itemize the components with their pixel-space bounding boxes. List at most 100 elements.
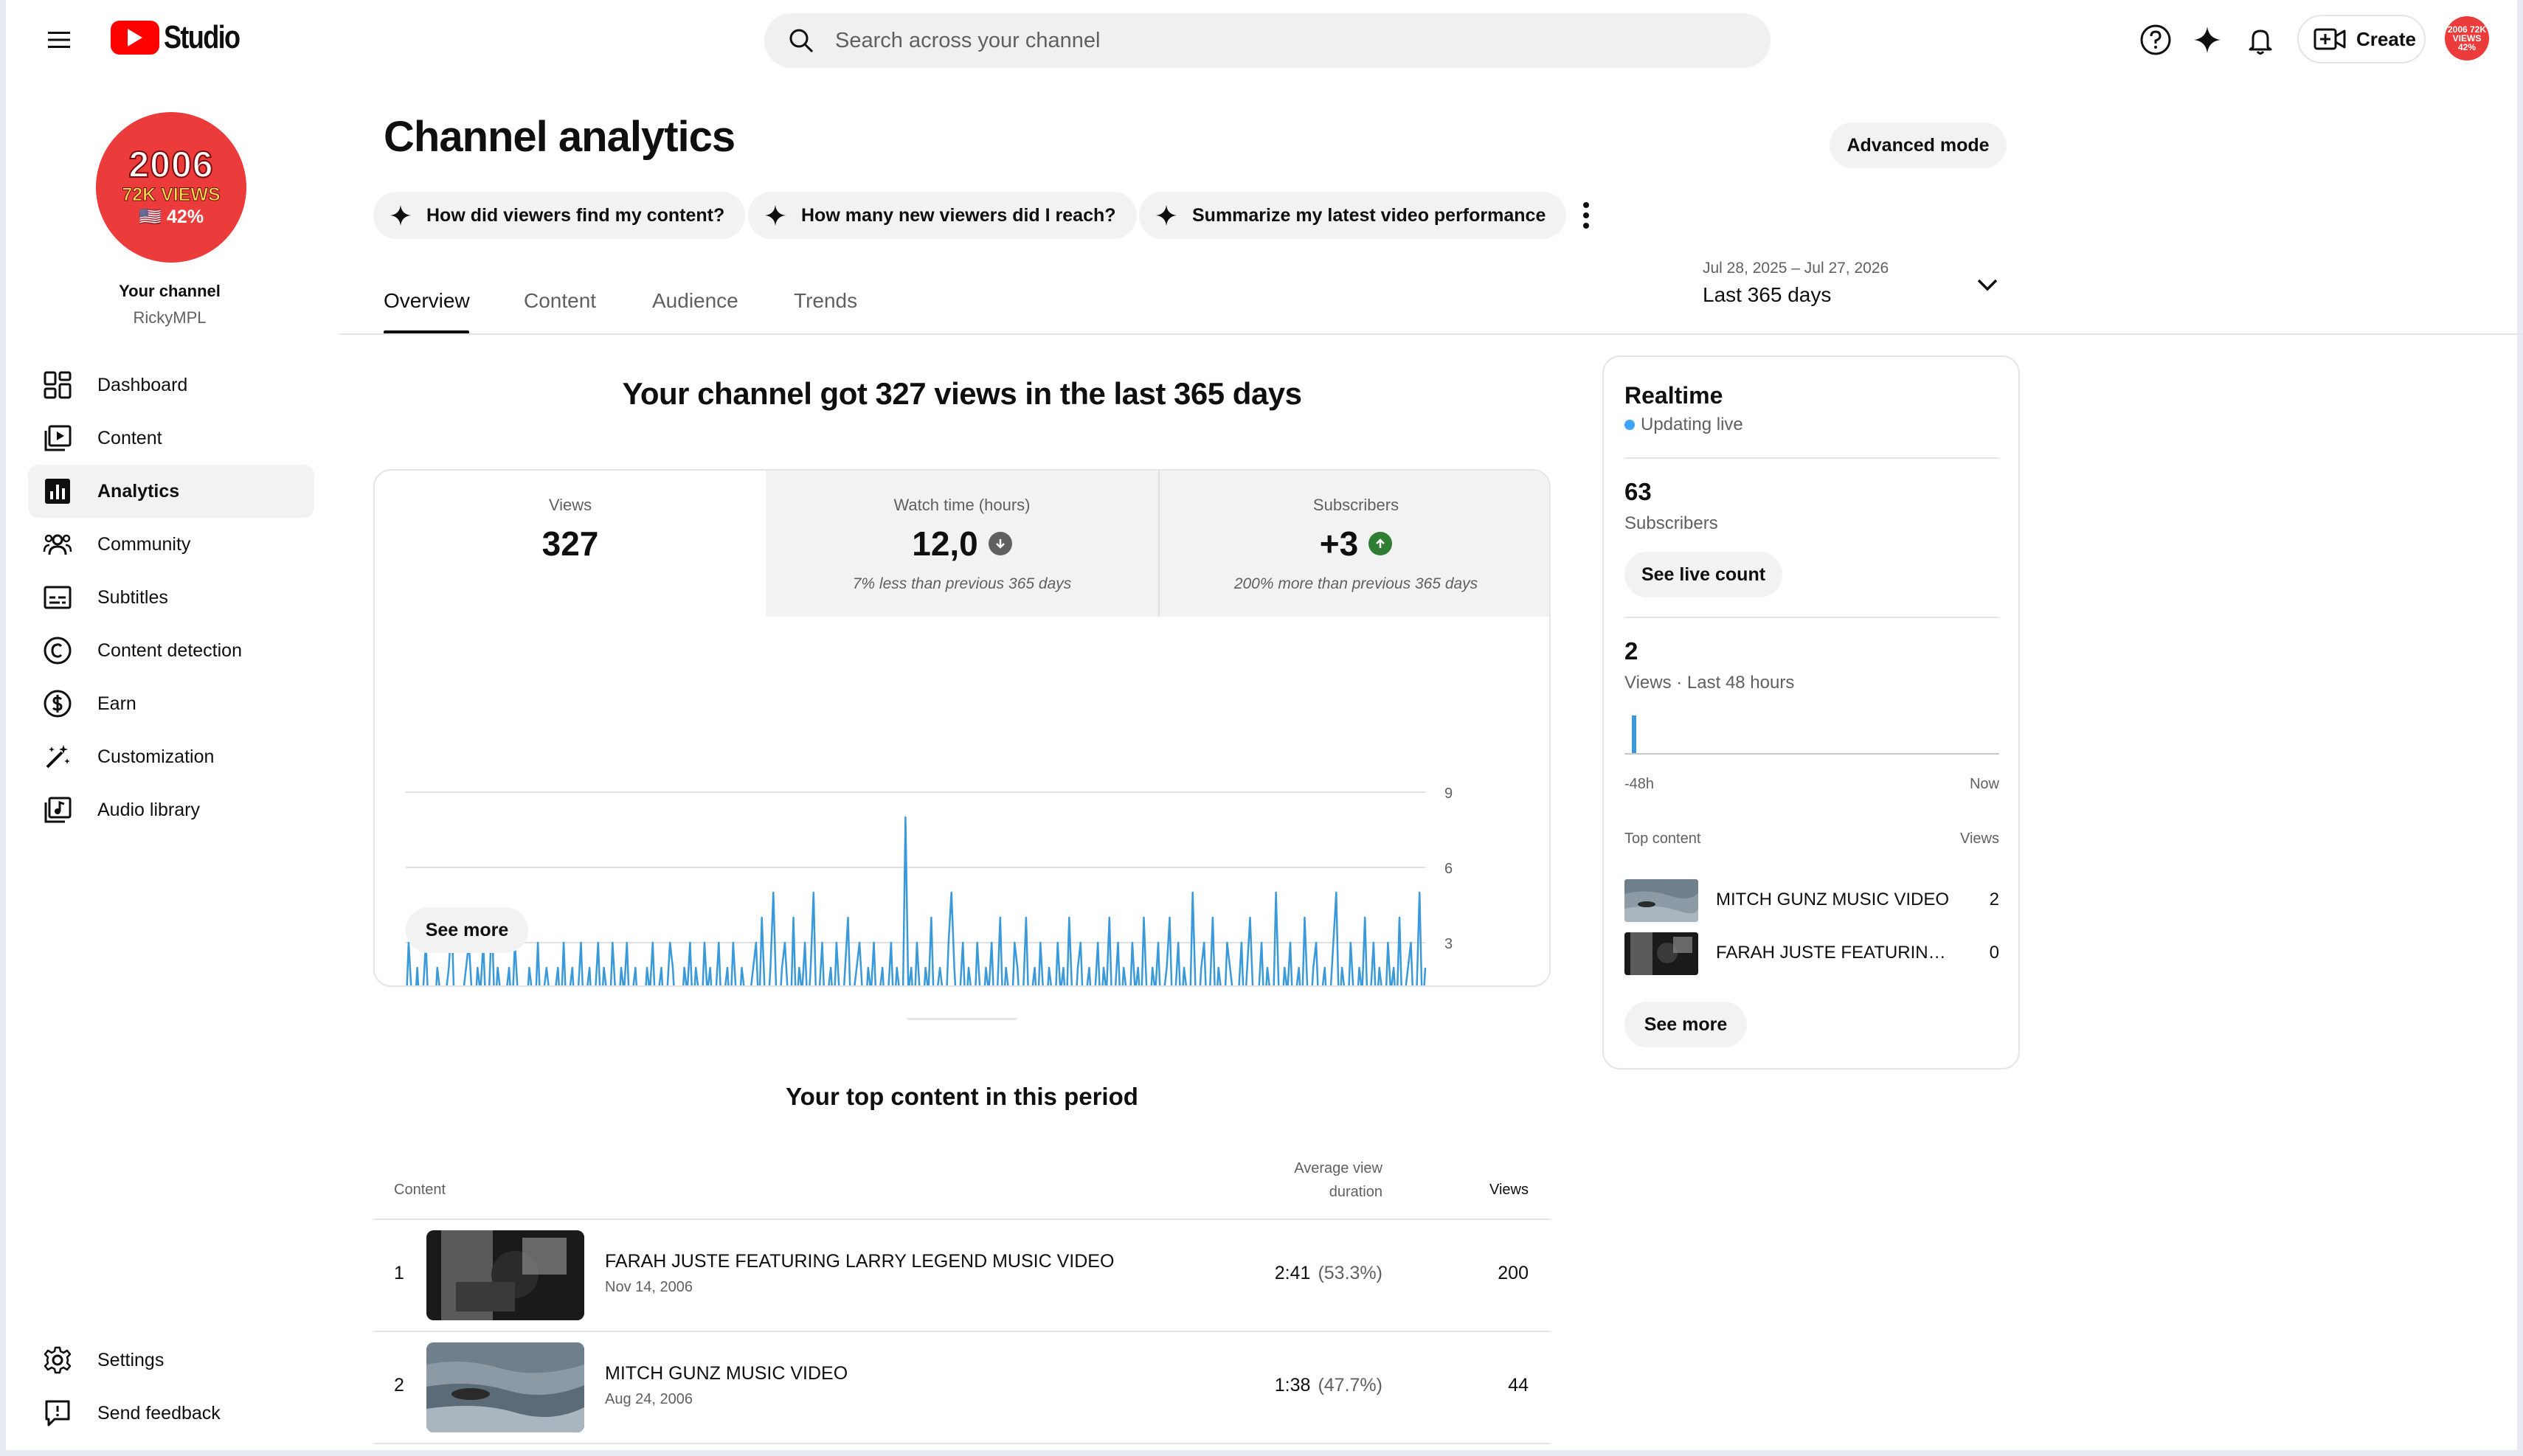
row-views: 200	[1498, 1263, 1529, 1283]
channel-avatar[interactable]: 2006 72K VIEWS 🇺🇸 42%	[96, 112, 246, 263]
metric-note: 200% more than previous 365 days	[1233, 575, 1478, 592]
live-dot-icon	[1624, 420, 1635, 430]
sidebar-item-content-detection[interactable]: Content detection	[28, 624, 314, 677]
sidebar-item-analytics[interactable]: Analytics	[28, 465, 314, 518]
channel-handle: RickyMPL	[133, 308, 207, 327]
realtime-see-more-button[interactable]: See more	[1624, 1002, 1747, 1047]
dashboard-icon	[41, 369, 74, 401]
realtime-views-bar-chart[interactable]	[1624, 715, 1999, 755]
metric-views[interactable]: Views 327	[375, 471, 766, 617]
sidebar-item-audio-library[interactable]: Audio library	[28, 783, 314, 836]
sidebar-item-label: Content detection	[97, 639, 242, 661]
column-header-views[interactable]: Views	[1455, 1182, 1529, 1199]
create-button[interactable]: Create	[2297, 15, 2426, 63]
sidebar: 2006 72K VIEWS 🇺🇸 42% Your channel Ricky…	[6, 77, 339, 1450]
realtime-video-thumbnail[interactable]	[1624, 879, 1698, 922]
arrow-up-icon	[1368, 532, 1393, 555]
create-label: Create	[2356, 27, 2416, 50]
metric-watch-time[interactable]: Watch time (hours) 12,0 7% less than pre…	[766, 471, 1158, 617]
metric-subscribers[interactable]: Subscribers +3 200% more than previous 3…	[1158, 471, 1549, 617]
sidebar-item-label: Community	[97, 533, 191, 555]
suggestion-chip-2[interactable]: How many new viewers did I reach?	[748, 192, 1137, 239]
axis-label-start: -48h	[1624, 776, 1655, 792]
chip-label: How did viewers find my content?	[426, 204, 725, 226]
see-live-count-button[interactable]: See live count	[1624, 552, 1782, 597]
realtime-video-views: 0	[1989, 943, 1999, 963]
sidebar-item-label: Send feedback	[97, 1402, 221, 1424]
sparkle-icon[interactable]	[2190, 22, 2225, 58]
feedback-icon	[41, 1397, 74, 1429]
help-icon[interactable]	[2138, 22, 2173, 58]
tab-content[interactable]: Content	[524, 289, 596, 313]
studio-logo[interactable]: Studio	[111, 19, 256, 56]
more-options-icon[interactable]	[1577, 199, 1595, 232]
date-range-dates: Jul 28, 2025 – Jul 27, 2026	[1703, 260, 1889, 277]
video-thumbnail[interactable]	[426, 1230, 584, 1320]
page-title: Channel analytics	[384, 113, 736, 161]
sidebar-item-send-feedback[interactable]: Send feedback	[28, 1387, 314, 1440]
tabs-divider	[339, 333, 2523, 335]
sidebar-item-community[interactable]: Community	[28, 518, 314, 571]
realtime-video-title[interactable]: FARAH JUSTE FEATURING LARRY LEGEND MUSIC…	[1716, 943, 1959, 963]
chevron-down-icon[interactable]	[1974, 274, 2001, 295]
date-range-label: Last 365 days	[1703, 283, 1832, 306]
row-title[interactable]: FARAH JUSTE FEATURING LARRY LEGEND MUSIC…	[605, 1251, 1114, 1272]
metric-value: +3	[1319, 524, 1359, 563]
summary-headline: Your channel got 327 views in the last 3…	[622, 376, 1302, 411]
sidebar-item-dashboard[interactable]: Dashboard	[28, 358, 314, 412]
search-bar[interactable]: Search across your channel	[764, 13, 1771, 68]
realtime-video-title[interactable]: MITCH GUNZ MUSIC VIDEO	[1716, 890, 1959, 910]
account-avatar[interactable]: 2006 72K VIEWS 42%	[2445, 16, 2489, 60]
tab-overview[interactable]: Overview	[384, 289, 470, 313]
row-date: Aug 24, 2006	[605, 1391, 693, 1407]
tab-audience[interactable]: Audience	[652, 289, 738, 313]
y-tick-label: 6	[1444, 861, 1453, 877]
avatar-line-2: 72K VIEWS	[122, 184, 221, 206]
sidebar-item-earn[interactable]: Earn	[28, 677, 314, 730]
sidebar-item-content[interactable]: Content	[28, 412, 314, 465]
views-line-chart[interactable]: 0369Jul 28, 20...Sep 27, 2025Nov 26, 202…	[375, 617, 1551, 987]
section-divider	[907, 1018, 1017, 1020]
sidebar-item-label: Earn	[97, 693, 136, 714]
sidebar-item-settings[interactable]: Settings	[28, 1334, 314, 1387]
row-views: 44	[1508, 1375, 1529, 1396]
audio-library-icon	[41, 794, 74, 826]
menu-icon[interactable]	[44, 25, 74, 55]
content-icon	[41, 422, 74, 454]
notifications-bell-icon[interactable]	[2243, 22, 2278, 58]
row-title[interactable]: MITCH GUNZ MUSIC VIDEO	[605, 1363, 848, 1384]
suggestion-chip-3[interactable]: Summarize my latest video performance	[1139, 192, 1567, 239]
metric-value: 327	[541, 524, 599, 563]
row-rank: 1	[394, 1263, 404, 1283]
sidebar-item-label: Settings	[97, 1349, 165, 1370]
top-content-title: Your top content in this period	[786, 1083, 1138, 1110]
logo-text: Studio	[164, 19, 240, 55]
suggestion-chip-1[interactable]: How did viewers find my content?	[373, 192, 746, 239]
your-channel-label: Your channel	[119, 282, 221, 300]
column-header-avg-duration[interactable]: Average view duration	[1260, 1157, 1382, 1204]
table-divider	[373, 1331, 1551, 1332]
views-series-line[interactable]	[406, 816, 1427, 987]
sidebar-item-label: Analytics	[97, 480, 180, 502]
video-thumbnail[interactable]	[426, 1342, 584, 1432]
duration-percent: (53.3%)	[1318, 1263, 1382, 1283]
search-placeholder: Search across your channel	[835, 28, 1101, 52]
gear-icon	[41, 1344, 74, 1376]
tab-trends[interactable]: Trends	[794, 289, 857, 313]
date-range-selector[interactable]: Jul 28, 2025 – Jul 27, 2026 Last 365 day…	[1703, 260, 1889, 307]
sidebar-item-label: Subtitles	[97, 586, 168, 608]
row-rank: 2	[394, 1375, 404, 1396]
chip-label: How many new viewers did I reach?	[801, 204, 1116, 226]
realtime-subscribers-count: 63	[1624, 478, 1652, 505]
realtime-divider	[1624, 617, 1999, 618]
avatar-line-3: 🇺🇸 42%	[138, 207, 204, 227]
row-avg-duration: 2:41 (53.3%)	[1205, 1263, 1382, 1284]
top-content-label: Top content	[1624, 831, 1701, 847]
see-more-button[interactable]: See more	[406, 907, 528, 953]
sidebar-item-subtitles[interactable]: Subtitles	[28, 571, 314, 624]
advanced-mode-button[interactable]: Advanced mode	[1830, 122, 2007, 168]
sidebar-item-customization[interactable]: Customization	[28, 730, 314, 783]
realtime-video-thumbnail[interactable]	[1624, 932, 1698, 975]
community-icon	[41, 528, 74, 561]
chip-label: Summarize my latest video performance	[1192, 204, 1546, 226]
